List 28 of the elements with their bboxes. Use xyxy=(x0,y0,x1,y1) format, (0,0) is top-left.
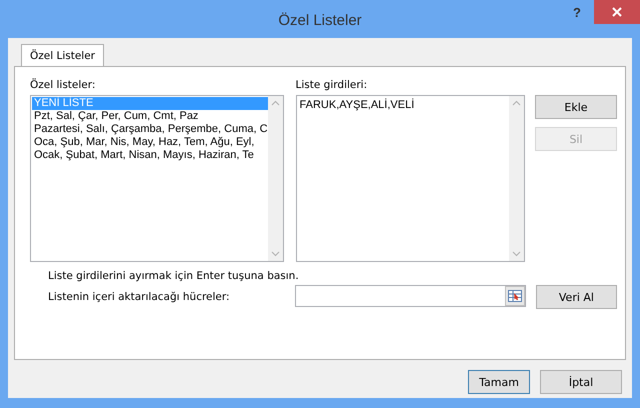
help-button[interactable]: ? xyxy=(560,0,594,24)
tab[interactable]: Özel Listeler xyxy=(21,44,104,66)
list-item[interactable]: Pzt, Sal, Çar, Per, Cum, Cmt, Paz xyxy=(32,110,268,123)
import-button[interactable]: Veri Al xyxy=(536,285,617,309)
scroll-up-icon[interactable] xyxy=(270,100,280,106)
hint-text: Liste girdilerini ayırmak için Enter tuşuna basın. xyxy=(47,269,300,283)
side-button[interactable]: Ekle xyxy=(535,95,617,119)
scrollbar[interactable] xyxy=(509,96,524,261)
dialog-button[interactable]: Tamam xyxy=(468,370,530,394)
scroll-down-icon[interactable] xyxy=(270,251,280,257)
close-icon xyxy=(611,6,623,18)
list-item[interactable]: Oca, Şub, Mar, Nis, May, Haz, Tem, Ağu, Eyl, xyxy=(32,136,268,149)
lists-label: Özel listeler: xyxy=(30,79,96,92)
scroll-up-icon[interactable] xyxy=(512,100,521,106)
list-item[interactable]: Pazartesi, Salı, Çarşamba, Perşembe, Cuma, C xyxy=(32,123,268,136)
grid-arrow-icon xyxy=(508,290,522,302)
window-title: Özel Listeler xyxy=(277,11,363,29)
scrollbar[interactable] xyxy=(268,96,283,261)
range-field[interactable] xyxy=(295,285,526,307)
dialog-button[interactable]: İptal xyxy=(540,370,622,394)
list-item[interactable]: Ocak, Şubat, Mart, Nisan, Mayıs, Haziran, Te xyxy=(32,149,268,162)
scroll-down-icon[interactable] xyxy=(512,251,521,257)
entries-text: FARUK,AYŞE,ALİ,VELİ xyxy=(298,98,416,113)
entries-textbox[interactable]: FARUK,AYŞE,ALİ,VELİ xyxy=(296,95,525,262)
range-select-button[interactable] xyxy=(504,286,525,306)
entries-label: Liste girdileri: xyxy=(296,79,368,92)
import-label: Listenin içeri aktarılacağı hücreler: xyxy=(47,291,231,304)
close-button[interactable] xyxy=(594,0,640,24)
